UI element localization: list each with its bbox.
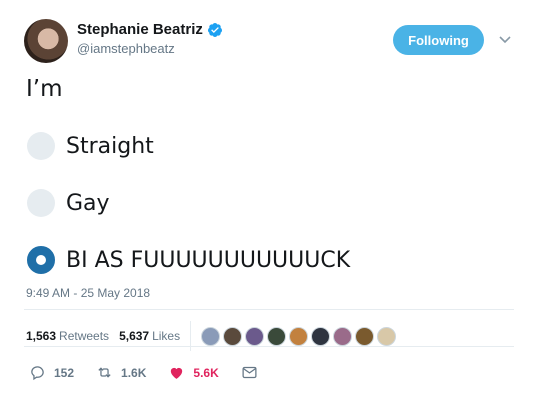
tweet-header: Stephanie Beatriz @iamstephbeatz Followi… — [24, 17, 520, 65]
divider — [24, 309, 514, 310]
divider — [24, 346, 514, 347]
liker-avatar[interactable] — [289, 326, 309, 346]
poll-option-gay[interactable]: Gay — [27, 187, 110, 219]
tweet-text: I’m — [26, 76, 63, 102]
retweet-count: 1.6K — [121, 365, 147, 380]
liker-avatar[interactable] — [267, 326, 287, 346]
likes-count: 5,637 — [119, 329, 150, 343]
liker-avatar[interactable] — [377, 326, 397, 346]
reply-button[interactable]: 152 — [29, 364, 74, 381]
liker-avatars — [201, 326, 397, 346]
liker-avatar[interactable] — [355, 326, 375, 346]
like-count: 5.6K — [193, 365, 219, 380]
verified-badge-icon — [207, 22, 223, 38]
like-button[interactable]: 5.6K — [168, 364, 219, 381]
poll-option-label: Straight — [66, 133, 154, 159]
user-handle[interactable]: @iamstephbeatz — [77, 41, 223, 56]
liker-avatar[interactable] — [333, 326, 353, 346]
radio-unselected-icon[interactable] — [27, 132, 55, 160]
chevron-down-icon[interactable] — [497, 31, 513, 47]
radio-unselected-icon[interactable] — [27, 189, 55, 217]
direct-message-button[interactable] — [241, 364, 266, 381]
following-button[interactable]: Following — [393, 25, 484, 55]
radio-selected-icon[interactable] — [27, 246, 55, 274]
heart-icon — [171, 367, 183, 379]
likes-stat[interactable]: 5,637 Likes — [119, 329, 180, 343]
envelope-icon — [242, 366, 257, 379]
user-names: Stephanie Beatriz @iamstephbeatz — [77, 21, 223, 56]
poll-option-straight[interactable]: Straight — [27, 130, 154, 162]
retweets-label: Retweets — [59, 329, 110, 343]
poll-option-label: BI AS FUUUUUUUUUUUCK — [66, 247, 351, 273]
display-name-row: Stephanie Beatriz — [77, 21, 223, 38]
tweet-actions: 152 1.6K 5.6K — [29, 364, 288, 381]
retweet-button[interactable]: 1.6K — [96, 364, 146, 381]
liker-avatar[interactable] — [245, 326, 265, 346]
reply-icon — [31, 366, 44, 381]
reply-count: 152 — [54, 365, 75, 380]
likes-label: Likes — [152, 329, 181, 343]
display-name[interactable]: Stephanie Beatriz — [77, 21, 203, 38]
poll-option-bi[interactable]: BI AS FUUUUUUUUUUUCK — [27, 244, 350, 276]
liker-avatar[interactable] — [223, 326, 243, 346]
retweets-stat[interactable]: 1,563 Retweets — [26, 329, 109, 343]
liker-avatar[interactable] — [201, 326, 221, 346]
user-avatar[interactable] — [24, 19, 68, 63]
retweet-icon — [98, 367, 111, 378]
liker-avatar[interactable] — [311, 326, 331, 346]
retweets-count: 1,563 — [26, 329, 57, 343]
tweet-timestamp[interactable]: 9:49 AM - 25 May 2018 — [26, 286, 150, 300]
poll-option-label: Gay — [66, 190, 110, 216]
